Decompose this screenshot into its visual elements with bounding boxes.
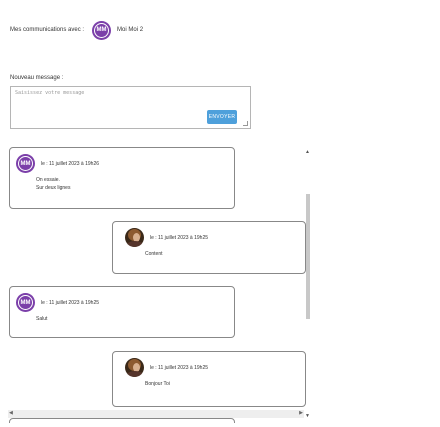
scrollbar-thumb[interactable] <box>306 194 310 319</box>
vertical-scrollbar[interactable]: ▲ ▼ <box>304 149 312 419</box>
scroll-left-icon[interactable]: ◀ <box>9 410 13 416</box>
message-line: Salut <box>36 316 48 322</box>
scroll-up-icon[interactable]: ▲ <box>305 149 310 155</box>
sender-avatar <box>125 358 144 377</box>
avatar-initials: MM <box>94 22 110 38</box>
sender-avatar: MM <box>16 154 35 173</box>
contact-avatar[interactable]: MM <box>92 20 112 40</box>
scroll-right-icon[interactable]: ▶ <box>299 410 303 416</box>
conversation-label: Mes communications avec : <box>10 27 85 33</box>
message-date: le : 11 juillet 2023 à 19h25 <box>150 234 209 241</box>
message-item: le : 11 juillet 2023 à 19h25 Bonjour Toi <box>112 351 306 407</box>
message-item <box>9 418 235 423</box>
message-line: Sur deux lignes <box>36 185 71 191</box>
message-item: MM le : 11 juillet 2023 à 19h26 On essai… <box>9 147 235 209</box>
message-line: Content <box>145 251 163 257</box>
horizontal-scrollbar[interactable]: ◀ ▶ <box>8 410 304 418</box>
message-date: le : 11 juillet 2023 à 19h26 <box>41 160 100 167</box>
message-line: Bonjour Toi <box>145 381 170 387</box>
contact-name[interactable]: Moi Moi 2 <box>117 27 143 33</box>
new-message-label: Nouveau message : <box>10 75 64 81</box>
message-line: On essaie. <box>36 177 60 183</box>
sender-avatar <box>125 228 144 247</box>
resize-handle-icon[interactable] <box>243 121 248 126</box>
message-date: le : 11 juillet 2023 à 19h25 <box>41 299 100 306</box>
message-thread[interactable]: MM le : 11 juillet 2023 à 19h26 On essai… <box>8 145 308 423</box>
conversation-header: Mes communications avec : MM Moi Moi 2 <box>10 18 143 42</box>
message-placeholder: Saisissez votre message <box>15 90 85 96</box>
message-date: le : 11 juillet 2023 à 19h25 <box>150 364 209 371</box>
send-button[interactable]: ENVOYER <box>207 110 237 124</box>
scroll-down-icon[interactable]: ▼ <box>305 413 310 419</box>
message-item: MM le : 11 juillet 2023 à 19h25 Salut <box>9 286 235 338</box>
sender-avatar: MM <box>16 293 35 312</box>
message-item: le : 11 juillet 2023 à 19h25 Content <box>112 221 306 274</box>
